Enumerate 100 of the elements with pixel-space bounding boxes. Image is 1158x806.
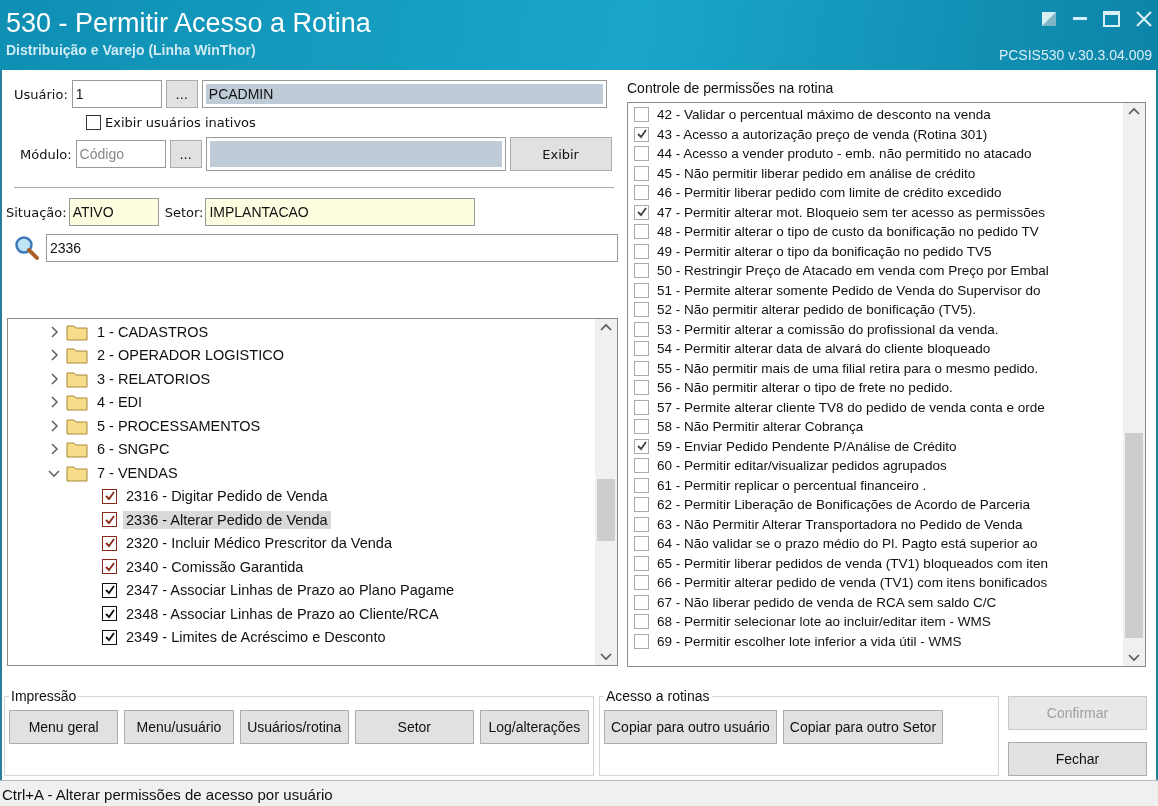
tree-item[interactable]: 2348 - Associar Linhas de Prazo ao Cliente/RCA xyxy=(123,604,442,623)
expand-icon[interactable] xyxy=(48,349,60,362)
maximize-icon[interactable] xyxy=(1103,11,1120,27)
checkbox[interactable] xyxy=(102,582,117,598)
permission-label[interactable]: 66 - Permitir alterar pedido de venda (TV1) com itens bonificados xyxy=(657,575,1048,591)
permission-label[interactable]: 45 - Não permitir liberar pedido em análise de crédito xyxy=(657,165,976,181)
permission-label[interactable]: 56 - Não permitir alterar o tipo de frete no pedido. xyxy=(657,380,953,396)
permission-label[interactable]: 44 - Acesso a vender produto - emb. não permitido no atacado xyxy=(657,146,1032,162)
permission-label[interactable]: 62 - Permitir Liberação de Bonificações de Acordo de Parceria xyxy=(657,497,1030,513)
tree-item[interactable]: 2 - OPERADOR LOGISTICO xyxy=(94,346,287,365)
scroll-thumb[interactable] xyxy=(597,479,615,541)
user-code-field[interactable]: 1 xyxy=(71,80,162,108)
checkbox[interactable] xyxy=(634,399,649,415)
checkbox[interactable] xyxy=(634,321,649,337)
checkbox[interactable] xyxy=(102,559,117,575)
checkbox[interactable] xyxy=(634,360,649,376)
checkbox[interactable] xyxy=(634,224,649,240)
expand-icon[interactable] xyxy=(48,325,60,338)
scrollbar[interactable] xyxy=(1123,103,1145,666)
checkbox[interactable] xyxy=(634,126,649,142)
tree-item[interactable]: 1 - CADASTROS xyxy=(94,322,212,341)
minimize-icon[interactable] xyxy=(1073,17,1087,21)
checkbox[interactable] xyxy=(102,629,117,645)
print-button[interactable]: Setor xyxy=(354,710,474,744)
permission-label[interactable]: 47 - Permitir alterar mot. Bloqueio sem ter acesso as permissões xyxy=(657,204,1045,220)
checkbox[interactable] xyxy=(86,115,101,130)
tree-item[interactable]: 3 - RELATORIOS xyxy=(94,369,214,388)
checkbox[interactable] xyxy=(634,185,649,201)
scroll-up-icon[interactable] xyxy=(1128,107,1140,115)
permission-label[interactable]: 57 - Permite alterar cliente TV8 do pedido de venda conta e orde xyxy=(657,399,1045,415)
scroll-down-icon[interactable] xyxy=(1128,654,1140,662)
permission-label[interactable]: 48 - Permitir alterar o tipo de custo da bonificação no pedido TV xyxy=(657,224,1039,240)
lookup-button[interactable]: ... xyxy=(165,80,198,108)
permission-label[interactable]: 60 - Permitir editar/visualizar pedidos agrupados xyxy=(657,458,947,474)
close-icon[interactable] xyxy=(1136,11,1152,27)
checkbox[interactable] xyxy=(634,497,649,513)
tree-item[interactable]: 2347 - Associar Linhas de Prazo ao Plano Pagame xyxy=(123,581,458,600)
scroll-thumb[interactable] xyxy=(1125,433,1143,638)
checkbox[interactable] xyxy=(634,536,649,552)
action-button[interactable]: Fechar xyxy=(1008,742,1147,776)
permission-label[interactable]: 50 - Restringir Preço de Atacado em venda com Preço por Embal xyxy=(657,263,1049,279)
permission-label[interactable]: 58 - Não Permitir alterar Cobrança xyxy=(657,419,864,435)
expand-icon[interactable] xyxy=(48,396,60,409)
checkbox[interactable] xyxy=(102,488,117,504)
checkbox[interactable] xyxy=(634,146,649,162)
checkbox[interactable] xyxy=(634,614,649,630)
permission-label[interactable]: 42 - Validar o percentual máximo de desconto na venda xyxy=(657,107,991,123)
expand-icon[interactable] xyxy=(48,372,60,385)
checkbox[interactable] xyxy=(634,477,649,493)
checkbox[interactable] xyxy=(634,165,649,181)
expand-icon[interactable] xyxy=(48,419,60,432)
show-button[interactable]: Exibir xyxy=(509,137,612,171)
permission-label[interactable]: 63 - Não Permitir Alterar Transportadora no Pedido de Venda xyxy=(657,516,1023,532)
tree-item[interactable]: 2349 - Limites de Acréscimo e Desconto xyxy=(123,628,389,647)
scroll-down-icon[interactable] xyxy=(600,653,612,661)
permission-label[interactable]: 69 - Permitir escolher lote inferior a vida útil - WMS xyxy=(657,633,962,649)
tree-item[interactable]: 2316 - Digitar Pedido de Venda xyxy=(123,487,331,506)
tree-item[interactable]: 4 - EDI xyxy=(94,393,146,412)
tree-item[interactable]: 6 - SNGPC xyxy=(94,440,173,459)
checkbox[interactable] xyxy=(634,438,649,454)
checkbox[interactable] xyxy=(634,380,649,396)
print-button[interactable]: Log/alterações xyxy=(479,710,589,744)
permission-label[interactable]: 49 - Permitir alterar o tipo da bonificação no pedido TV5 xyxy=(657,243,992,259)
checkbox[interactable] xyxy=(634,516,649,532)
tree-item[interactable]: 2336 - Alterar Pedido de Venda xyxy=(123,510,331,529)
permission-label[interactable]: 59 - Enviar Pedido Pendente P/Análise de Crédito xyxy=(657,438,957,454)
permission-label[interactable]: 55 - Não permitir mais de uma filial retira para o mesmo pedido. xyxy=(657,360,1039,376)
tree-item[interactable]: 2320 - Incluir Médico Prescritor da Venda xyxy=(123,534,395,553)
permission-label[interactable]: 52 - Não permitir alterar pedido de bonificação (TV5). xyxy=(657,302,976,318)
expand-icon[interactable] xyxy=(48,443,60,456)
permission-label[interactable]: 46 - Permitir liberar pedido com limite de crédito excedido xyxy=(657,185,1002,201)
lookup-button[interactable]: ... xyxy=(169,140,202,168)
checkbox[interactable] xyxy=(634,204,649,220)
copy-button[interactable]: Copiar para outro usuário xyxy=(604,710,777,744)
permission-label[interactable]: 67 - Não liberar pedido de venda de RCA sem saldo C/C xyxy=(657,594,997,610)
tree-item[interactable]: 7 - VENDAS xyxy=(94,463,181,482)
tree-item[interactable]: 5 - PROCESSAMENTOS xyxy=(94,416,264,435)
permission-label[interactable]: 54 - Permitir alterar data de alvará do cliente bloqueado xyxy=(657,341,991,357)
permission-label[interactable]: 64 - Não validar se o prazo médio do Pl. Pagto está superior ao xyxy=(657,536,1038,552)
checkbox[interactable] xyxy=(634,575,649,591)
checkbox[interactable] xyxy=(634,419,649,435)
scrollbar[interactable] xyxy=(595,319,617,665)
permission-label[interactable]: 51 - Permite alterar somente Pedido de Venda do Supervisor do xyxy=(657,282,1041,298)
tree-item[interactable]: 2340 - Comissão Garantida xyxy=(123,557,307,576)
module-code-field[interactable]: Código xyxy=(75,140,166,168)
checkbox[interactable] xyxy=(634,594,649,610)
print-button[interactable]: Usuários/rotina xyxy=(239,710,349,744)
checkbox[interactable] xyxy=(102,512,117,528)
checkbox[interactable] xyxy=(634,243,649,259)
checkbox[interactable] xyxy=(634,633,649,649)
scroll-up-icon[interactable] xyxy=(600,323,612,331)
print-button[interactable]: Menu/usuário xyxy=(124,710,234,744)
search-field[interactable]: 2336 xyxy=(45,234,618,262)
permission-label[interactable]: 43 - Acesso a autorização preço de venda (Rotina 301) xyxy=(657,126,988,142)
permission-label[interactable]: 61 - Permitir replicar o percentual financeiro . xyxy=(657,477,927,493)
checkbox[interactable] xyxy=(634,555,649,571)
permission-label[interactable]: 65 - Permitir liberar pedidos de venda (TV1) bloqueados com iten xyxy=(657,555,1048,571)
print-button[interactable]: Menu geral xyxy=(9,710,119,744)
checkbox[interactable] xyxy=(634,107,649,123)
checkbox[interactable] xyxy=(102,606,117,622)
